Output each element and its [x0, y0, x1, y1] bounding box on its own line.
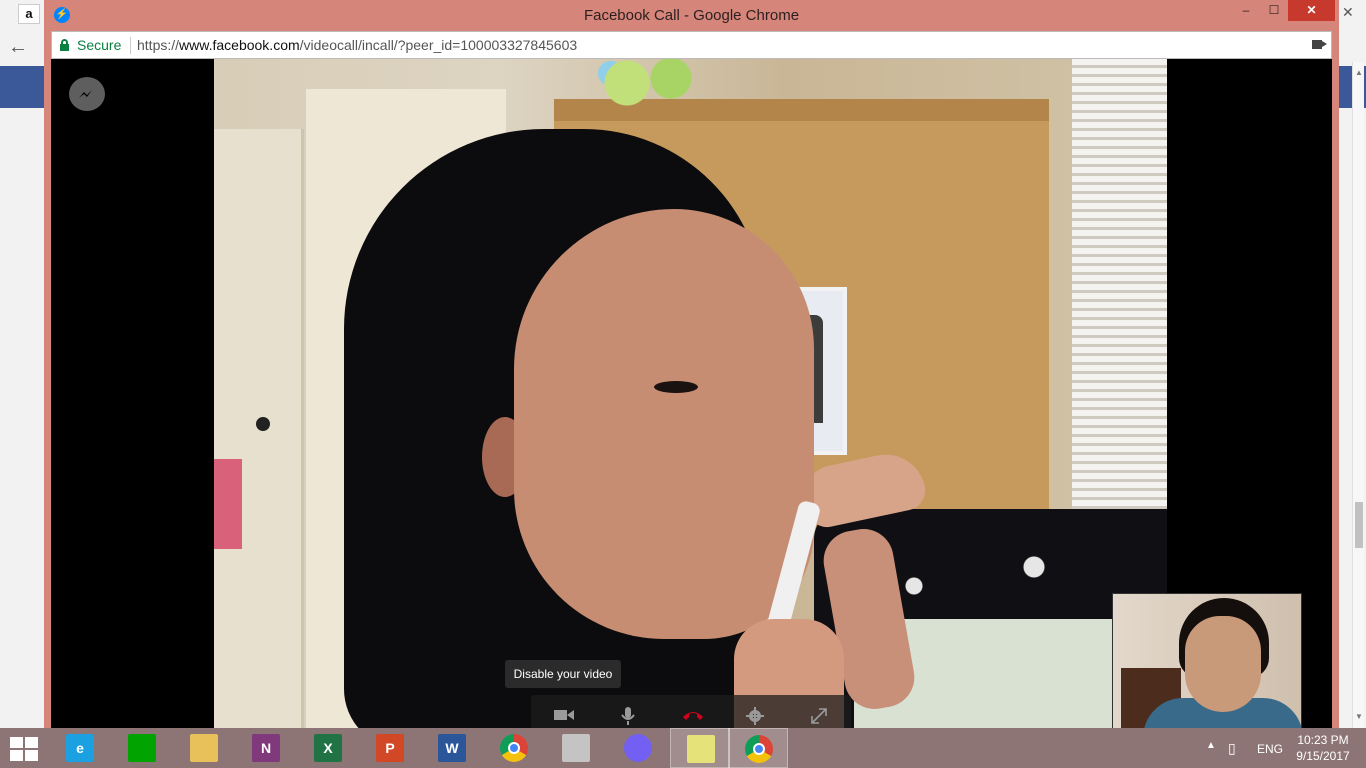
scroll-up-icon[interactable]: ▲ — [1355, 68, 1363, 77]
video-camera-icon — [554, 710, 574, 720]
settings-button[interactable] — [723, 695, 787, 728]
taskbar-excel-button[interactable]: X — [298, 728, 358, 768]
taskbar-internet-explorer-button[interactable]: e — [50, 728, 110, 768]
call-controls — [531, 695, 851, 728]
end-call-icon — [683, 712, 703, 720]
start-button[interactable] — [10, 737, 40, 761]
secure-label[interactable]: Secure — [77, 37, 121, 53]
taskbar-powerpoint-button[interactable]: P — [360, 728, 420, 768]
snipping-tool-icon — [562, 734, 590, 762]
title-bar[interactable]: ⚡ Facebook Call - Google Chrome – ☐ ✕ — [44, 0, 1339, 31]
minimize-button[interactable]: – — [1232, 0, 1260, 21]
show-hidden-icons[interactable]: ▲ — [1206, 740, 1216, 751]
mute-button[interactable] — [595, 695, 659, 728]
lock-icon[interactable] — [60, 39, 69, 51]
address-separator — [130, 37, 131, 54]
call-viewport: Disable your video — [51, 59, 1332, 728]
background-facebook-header — [0, 66, 50, 108]
video-toggle-tooltip: Disable your video — [505, 660, 621, 688]
word-icon: W — [438, 734, 466, 762]
start-logo-bl — [10, 750, 23, 761]
back-arrow-icon[interactable]: ← — [8, 36, 28, 59]
call-popup-window: ⚡ Facebook Call - Google Chrome – ☐ ✕ Se… — [44, 0, 1339, 728]
clock[interactable]: 10:23 PM 9/15/2017 — [1290, 732, 1356, 764]
start-logo-tl — [10, 737, 23, 748]
file-explorer-icon — [190, 734, 218, 762]
self-view-video[interactable] — [1112, 593, 1302, 728]
language-indicator[interactable]: ENG — [1257, 742, 1283, 756]
maximize-button[interactable]: ☐ — [1260, 0, 1288, 21]
url-host: www.facebook.com — [179, 37, 300, 53]
amazon-tab-icon[interactable]: a — [18, 4, 40, 24]
fullscreen-button[interactable] — [787, 695, 851, 728]
powerpoint-icon: P — [376, 734, 404, 762]
taskbar-viber-button[interactable] — [608, 728, 668, 768]
toggle-video-button[interactable] — [531, 695, 595, 728]
background-scrollbar[interactable]: ▲ ▼ — [1352, 62, 1364, 728]
excel-icon: X — [314, 734, 342, 762]
taskbar-chrome-active-button[interactable] — [728, 728, 788, 768]
url-scheme: https:// — [137, 37, 180, 53]
end-call-button[interactable] — [659, 695, 723, 728]
microphone-icon — [621, 707, 635, 725]
clock-time: 10:23 PM — [1297, 733, 1349, 747]
onenote-icon: N — [252, 734, 280, 762]
scrollbar-thumb[interactable] — [1355, 502, 1363, 548]
chrome-icon — [500, 734, 528, 762]
clock-date: 9/15/2017 — [1296, 749, 1350, 763]
windows-store-icon — [128, 734, 156, 762]
address-bar[interactable]: Secure https://www.facebook.com/videocal… — [51, 31, 1332, 59]
internet-explorer-icon: e — [66, 734, 94, 762]
taskbar-onenote-button[interactable]: N — [236, 728, 296, 768]
network-icon[interactable]: ▯ — [1228, 740, 1236, 757]
fullscreen-expand-icon — [811, 708, 827, 724]
background-close-icon[interactable]: ✕ — [1342, 4, 1354, 21]
remote-video[interactable] — [214, 59, 1167, 728]
sticky-notes-icon — [687, 735, 715, 763]
start-logo-br — [25, 750, 38, 761]
start-logo-tr — [25, 737, 38, 748]
close-button[interactable]: ✕ — [1288, 0, 1335, 21]
taskbar-windows-store-button[interactable] — [112, 728, 172, 768]
viber-icon — [624, 734, 652, 762]
scroll-down-icon[interactable]: ▼ — [1355, 712, 1363, 721]
taskbar-snipping-tool-button[interactable] — [546, 728, 606, 768]
taskbar-sticky-notes-button[interactable] — [670, 728, 730, 768]
taskbar-file-explorer-button[interactable] — [174, 728, 234, 768]
windows-taskbar: e N X P W ▲ ▯ ENG 10:23 PM 9/15/2017 — [0, 728, 1366, 768]
url-text[interactable]: https://www.facebook.com/videocall/incal… — [137, 37, 577, 53]
url-path: /videocall/incall/?peer_id=1000033278456… — [299, 37, 578, 53]
taskbar-chrome-button[interactable] — [484, 728, 544, 768]
camera-in-use-icon[interactable] — [1312, 40, 1327, 49]
chrome-active-icon — [745, 735, 773, 763]
settings-gear-icon — [746, 707, 764, 725]
taskbar-word-button[interactable]: W — [422, 728, 482, 768]
messenger-logo-icon — [69, 77, 105, 111]
window-title: Facebook Call - Google Chrome — [583, 7, 800, 24]
